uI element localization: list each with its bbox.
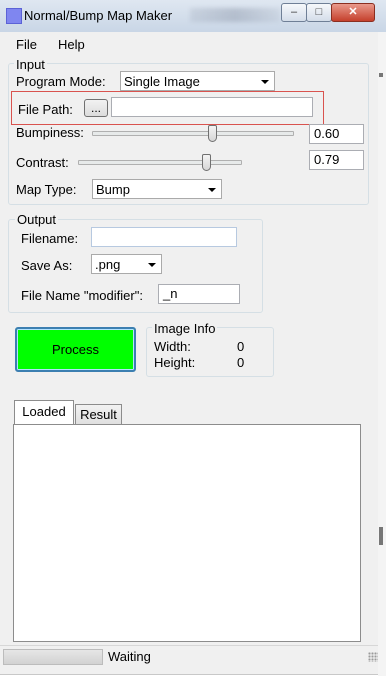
chevron-down-icon	[148, 263, 156, 267]
menu-file[interactable]: File	[16, 37, 37, 52]
input-group-legend: Input	[14, 57, 47, 72]
progress-bar	[3, 649, 103, 665]
title-bar[interactable]: Normal/Bump Map Maker – □ ✕	[0, 0, 386, 33]
background-mark	[379, 73, 383, 77]
tab-loaded[interactable]: Loaded	[14, 400, 74, 425]
height-label: Height:	[154, 355, 196, 370]
file-path-input[interactable]	[111, 97, 313, 117]
window-title: Normal/Bump Map Maker	[24, 8, 173, 23]
menu-bar: File Help	[6, 33, 378, 55]
tab-result[interactable]: Result	[75, 404, 122, 424]
status-bar: Waiting	[0, 645, 384, 668]
bumpiness-slider-thumb[interactable]	[208, 125, 217, 142]
browse-button[interactable]: ...	[84, 99, 108, 117]
map-type-value: Bump	[96, 182, 130, 197]
loaded-tab-panel	[13, 424, 361, 642]
filename-input[interactable]	[91, 227, 237, 247]
width-label: Width:	[154, 339, 191, 354]
minimize-button[interactable]: –	[281, 3, 307, 22]
contrast-label: Contrast:	[16, 155, 69, 170]
resize-grip-icon[interactable]	[368, 652, 378, 662]
map-type-select[interactable]: Bump	[92, 179, 222, 199]
save-as-label: Save As:	[21, 258, 73, 273]
map-type-label: Map Type:	[16, 182, 77, 197]
close-button[interactable]: ✕	[331, 3, 375, 22]
process-button[interactable]: Process	[15, 327, 136, 372]
height-value: 0	[237, 355, 245, 370]
image-info-legend: Image Info	[152, 321, 218, 336]
main-content: Input Program Mode: Single Image File Pa…	[6, 55, 378, 645]
contrast-slider-thumb[interactable]	[201, 154, 211, 171]
filename-label: Filename:	[21, 231, 79, 246]
width-value: 0	[237, 339, 245, 354]
save-as-select[interactable]: .png	[91, 254, 162, 274]
status-text: Waiting	[108, 649, 151, 664]
app-icon	[6, 8, 22, 24]
modifier-label: File Name "modifier":	[21, 288, 143, 303]
bumpiness-label: Bumpiness:	[16, 125, 84, 140]
title-blur	[190, 8, 280, 22]
background-mark	[379, 527, 383, 545]
contrast-slider-track	[78, 160, 242, 165]
chevron-down-icon	[261, 80, 269, 84]
bumpiness-input[interactable]: 0.60	[309, 124, 364, 144]
save-as-value: .png	[95, 257, 121, 272]
background-edge	[378, 32, 386, 676]
output-group-legend: Output	[15, 212, 59, 227]
menu-help[interactable]: Help	[58, 37, 85, 52]
bumpiness-slider-track	[92, 131, 294, 136]
file-path-label: File Path:	[18, 102, 73, 117]
program-mode-value: Single Image	[124, 74, 200, 89]
maximize-button[interactable]: □	[306, 3, 332, 22]
modifier-input[interactable]: _n	[158, 284, 240, 304]
chevron-down-icon	[208, 188, 216, 192]
program-mode-select[interactable]: Single Image	[120, 71, 275, 91]
contrast-input[interactable]: 0.79	[309, 150, 364, 170]
program-mode-label: Program Mode:	[16, 74, 106, 89]
